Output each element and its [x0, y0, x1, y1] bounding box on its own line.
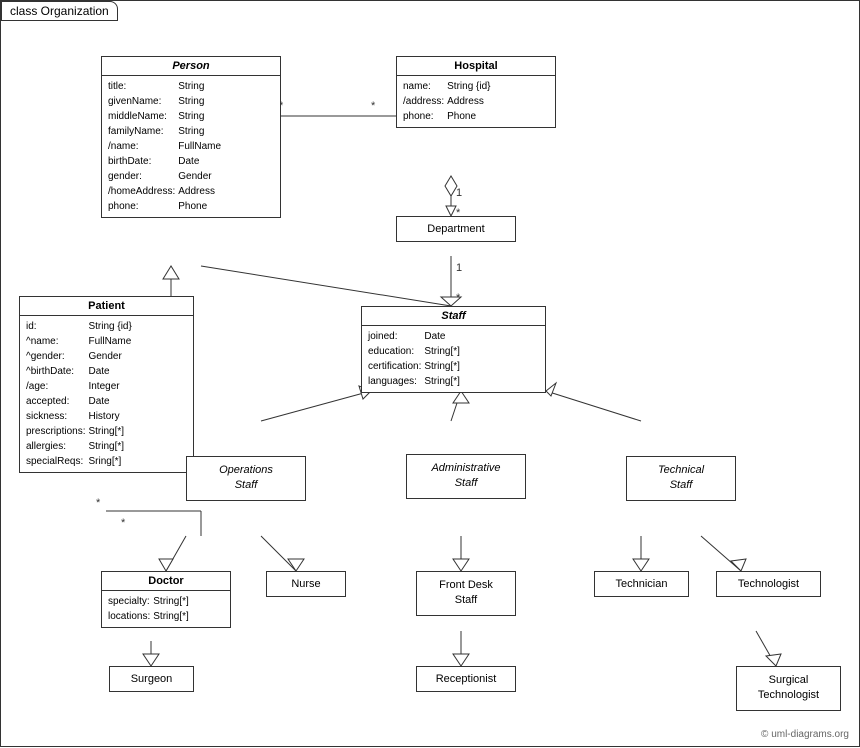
tech-staff-class: TechnicalStaff	[626, 456, 736, 501]
nurse-title: Nurse	[291, 578, 320, 590]
ops-staff-class: OperationsStaff	[186, 456, 306, 501]
patient-attributes: id:String {id} ^name:FullName ^gender:Ge…	[20, 316, 193, 472]
tech-staff-title: TechnicalStaff	[658, 464, 704, 491]
nurse-class: Nurse	[266, 571, 346, 597]
person-title: Person	[102, 57, 280, 76]
doctor-class: Doctor specialty:String[*] locations:Str…	[101, 571, 231, 628]
surgical-tech-class: SurgicalTechnologist	[736, 666, 841, 711]
technologist-class: Technologist	[716, 571, 821, 597]
patient-title: Patient	[20, 297, 193, 316]
hospital-class: Hospital name:String {id} /address:Addre…	[396, 56, 556, 128]
svg-text:*: *	[121, 517, 126, 529]
admin-staff-title: AdministrativeStaff	[431, 462, 500, 489]
doctor-title: Doctor	[102, 572, 230, 591]
surgical-tech-title: SurgicalTechnologist	[758, 674, 819, 701]
receptionist-title: Receptionist	[436, 673, 497, 685]
technologist-title: Technologist	[738, 578, 799, 590]
front-desk-class: Front DeskStaff	[416, 571, 516, 616]
svg-text:*: *	[456, 292, 461, 304]
diagram-title: class Organization	[1, 1, 118, 21]
copyright: © uml-diagrams.org	[761, 729, 849, 740]
staff-class: Staff joined:Date education:String[*] ce…	[361, 306, 546, 393]
doctor-attributes: specialty:String[*] locations:String[*]	[102, 591, 230, 627]
surgeon-class: Surgeon	[109, 666, 194, 692]
svg-text:1: 1	[456, 262, 462, 274]
svg-text:1: 1	[456, 187, 462, 199]
patient-class: Patient id:String {id} ^name:FullName ^g…	[19, 296, 194, 473]
receptionist-class: Receptionist	[416, 666, 516, 692]
technician-class: Technician	[594, 571, 689, 597]
person-class: Person title:String givenName:String mid…	[101, 56, 281, 218]
surgeon-title: Surgeon	[131, 673, 173, 685]
staff-attributes: joined:Date education:String[*] certific…	[362, 326, 545, 392]
technician-title: Technician	[616, 578, 668, 590]
department-title: Department	[427, 223, 484, 235]
svg-text:*: *	[371, 100, 376, 112]
hospital-title: Hospital	[397, 57, 555, 76]
svg-text:*: *	[96, 497, 101, 509]
department-class: Department	[396, 216, 516, 242]
hospital-attributes: name:String {id} /address:Address phone:…	[397, 76, 555, 127]
staff-title: Staff	[362, 307, 545, 326]
ops-staff-title: OperationsStaff	[219, 464, 273, 491]
front-desk-title: Front DeskStaff	[439, 579, 493, 606]
person-attributes: title:String givenName:String middleName…	[102, 76, 280, 217]
admin-staff-class: AdministrativeStaff	[406, 454, 526, 499]
diagram-container: class Organization * * 1 * 1 * * *	[0, 0, 860, 747]
